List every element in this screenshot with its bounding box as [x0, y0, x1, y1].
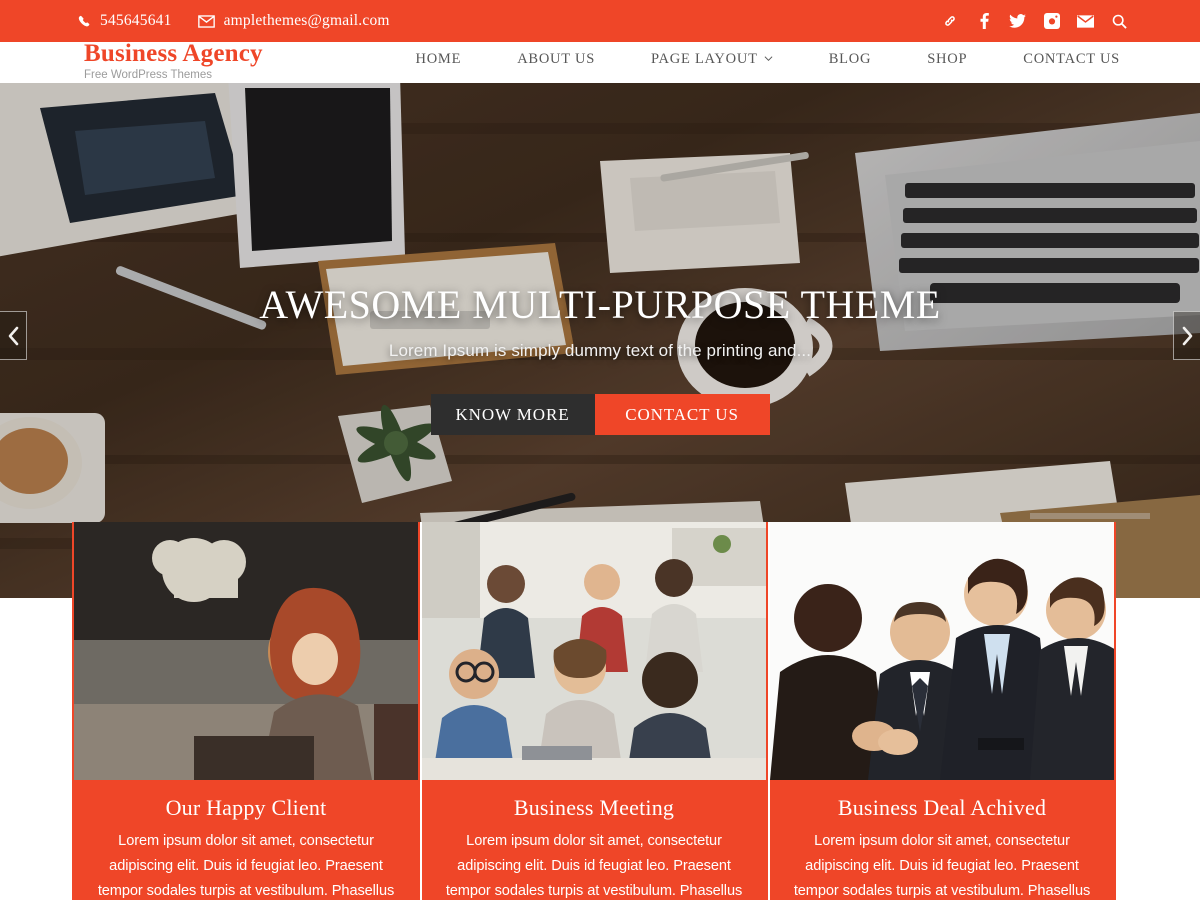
- card-body: Business Deal Achived Lorem ipsum dolor …: [770, 780, 1114, 900]
- nav-item-contact-us[interactable]: CONTACT US: [995, 51, 1120, 68]
- chevron-down-icon: [764, 54, 773, 63]
- hero-content: AWESOME MULTI-PURPOSE THEME Lorem Ipsum …: [0, 281, 1200, 435]
- mail-icon[interactable]: [1077, 13, 1094, 30]
- site-header: Business Agency Free WordPress Themes HO…: [0, 41, 1200, 83]
- meeting-photo: [422, 522, 766, 780]
- search-icon[interactable]: [1111, 13, 1128, 30]
- card-title: Business Deal Achived: [837, 795, 1047, 820]
- feature-cards: Our Happy Client Lorem ipsum dolor sit a…: [72, 522, 1116, 900]
- cafe-photo: [74, 522, 418, 780]
- site-branding[interactable]: Business Agency Free WordPress Themes: [84, 41, 263, 82]
- nav-item-home[interactable]: HOME: [387, 51, 489, 68]
- nav-label: HOME: [415, 51, 462, 67]
- main-navigation: HOME ABOUT US PAGE LAYOUT BLOG SHOP CONT…: [387, 51, 1120, 68]
- facebook-icon[interactable]: [975, 13, 992, 30]
- nav-item-shop[interactable]: SHOP: [899, 51, 995, 68]
- card-body: Our Happy Client Lorem ipsum dolor sit a…: [74, 780, 418, 900]
- card-title: Business Meeting: [513, 795, 675, 820]
- feature-card[interactable]: Our Happy Client Lorem ipsum dolor sit a…: [72, 522, 420, 900]
- card-body: Business Meeting Lorem ipsum dolor sit a…: [422, 780, 766, 900]
- hero-buttons: KNOW MORE CONTACT US: [0, 394, 1200, 435]
- handshake-photo: [770, 522, 1114, 780]
- nav-item-blog[interactable]: BLOG: [801, 51, 899, 68]
- chevron-right-icon: [1182, 326, 1192, 345]
- nav-label: CONTACT US: [1023, 51, 1120, 67]
- feature-card[interactable]: Business Meeting Lorem ipsum dolor sit a…: [420, 522, 768, 900]
- know-more-button[interactable]: KNOW MORE: [430, 394, 595, 435]
- top-bar: 545645641 amplethemes@gmail.com: [0, 0, 1200, 42]
- card-image: [422, 522, 766, 780]
- card-text: Lorem ipsum dolor sit amet, consectetur …: [97, 833, 395, 899]
- nav-label: SHOP: [927, 51, 968, 67]
- nav-label: PAGE LAYOUT: [651, 51, 758, 67]
- card-text: Lorem ipsum dolor sit amet, consectetur …: [445, 833, 743, 899]
- hero-slider: BUSINESS AWESOME MULTI-PURPOSE THEME Lor…: [0, 83, 1200, 598]
- phone-contact[interactable]: 545645641: [78, 12, 172, 30]
- nav-label: ABOUT US: [517, 51, 596, 67]
- nav-label: BLOG: [828, 51, 872, 67]
- slider-prev-button[interactable]: [0, 311, 27, 360]
- instagram-icon[interactable]: [1043, 13, 1060, 30]
- top-bar-contacts: 545645641 amplethemes@gmail.com: [78, 12, 390, 30]
- hero-subtitle: Lorem Ipsum is simply dummy text of the …: [388, 341, 812, 360]
- site-tagline: Free WordPress Themes: [84, 69, 213, 81]
- hero-title: AWESOME MULTI-PURPOSE THEME: [259, 282, 941, 327]
- email-contact[interactable]: amplethemes@gmail.com: [197, 12, 390, 30]
- nav-item-about-us[interactable]: ABOUT US: [489, 51, 623, 68]
- social-icons: [941, 13, 1128, 30]
- chevron-left-icon: [8, 326, 18, 345]
- email-address: amplethemes@gmail.com: [223, 12, 390, 29]
- contact-us-button[interactable]: CONTACT US: [594, 394, 770, 435]
- phone-icon: [78, 15, 91, 28]
- phone-number: 545645641: [100, 12, 172, 29]
- site-title: Business Agency: [84, 40, 263, 67]
- slider-next-button[interactable]: [1173, 311, 1200, 360]
- twitter-icon[interactable]: [1009, 13, 1026, 30]
- nav-item-page-layout[interactable]: PAGE LAYOUT: [623, 51, 801, 68]
- feature-card[interactable]: Business Deal Achived Lorem ipsum dolor …: [768, 522, 1116, 900]
- card-text: Lorem ipsum dolor sit amet, consectetur …: [793, 833, 1091, 899]
- card-image: [770, 522, 1114, 780]
- card-title: Our Happy Client: [165, 795, 327, 820]
- card-image: [74, 522, 418, 780]
- envelope-icon: [197, 14, 215, 28]
- link-icon[interactable]: [941, 13, 958, 30]
